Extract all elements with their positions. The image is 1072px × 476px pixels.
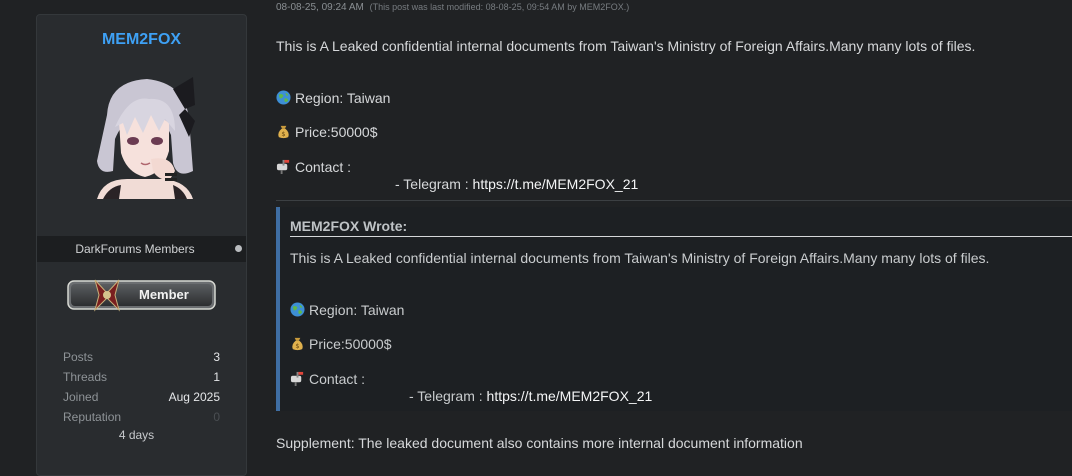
stat-threads: Threads 1 (63, 370, 220, 390)
quote-contact: Contact : (290, 371, 365, 387)
mailbox-icon (276, 159, 290, 174)
stat-value: 3 (213, 350, 220, 364)
money-bag-icon: $ (278, 125, 289, 138)
user-group: DarkForums Members (75, 242, 195, 256)
region-text: Region: Taiwan (295, 90, 391, 106)
post-supplement: Supplement: The leaked document also con… (276, 435, 803, 451)
mailbox-icon (290, 371, 304, 386)
post-region: Region: Taiwan (276, 90, 390, 106)
quote-header: MEM2FOX Wrote: (290, 218, 1072, 237)
post-price: $ Price:50000$ (276, 124, 378, 140)
user-stats: Posts 3 Threads 1 Joined Aug 2025 Reputa… (63, 350, 220, 430)
price-text: Price:50000$ (309, 336, 392, 352)
stat-key: Threads (63, 370, 108, 384)
contact-text: Contact : (295, 159, 352, 175)
money-bag-icon: $ (292, 337, 303, 350)
region-text: Region: Taiwan (309, 302, 405, 318)
stat-value: 0 (213, 410, 220, 424)
svg-text:$: $ (295, 342, 299, 350)
rank-badge: Member (67, 277, 217, 313)
stat-key: Posts (63, 350, 94, 364)
quote-telegram: - Telegram : https://t.me/MEM2FOX_21 (409, 388, 652, 404)
post-telegram: - Telegram : https://t.me/MEM2FOX_21 (395, 176, 638, 192)
quote-intro: This is A Leaked confidential internal d… (290, 250, 990, 266)
user-sub-stat: 4 days (118, 428, 155, 442)
username-link[interactable]: MEM2FOX (37, 31, 246, 49)
contact-text: Contact : (309, 371, 366, 387)
stat-key: Joined (63, 390, 99, 404)
stat-value: Aug 2025 (168, 390, 220, 404)
globe-icon (290, 302, 305, 317)
user-panel: MEM2FOX DarkForums Members Member Posts … (36, 14, 247, 476)
user-group-bar: DarkForums Members (37, 236, 246, 262)
stat-posts: Posts 3 (63, 350, 220, 370)
telegram-prefix: - Telegram : (409, 388, 487, 404)
online-status-dot (235, 245, 242, 252)
svg-text:$: $ (281, 130, 285, 138)
stat-value: 1 (213, 370, 220, 384)
globe-icon (276, 90, 291, 105)
post-intro: This is A Leaked confidential internal d… (276, 38, 976, 54)
post-date: 08-08-25, 09:24 AM (276, 2, 364, 13)
user-avatar[interactable] (89, 75, 199, 199)
stat-key: Reputation (63, 410, 122, 424)
post-divider (276, 200, 1072, 201)
price-text: Price:50000$ (295, 124, 378, 140)
quote-region: Region: Taiwan (290, 302, 404, 318)
post-meta: 08-08-25, 09:24 AM (This post was last m… (276, 2, 629, 13)
quote-price: $ Price:50000$ (290, 336, 392, 352)
quote-block: MEM2FOX Wrote: This is A Leaked confiden… (276, 207, 1072, 411)
stat-reputation: Reputation 0 (63, 410, 220, 430)
telegram-link[interactable]: https://t.me/MEM2FOX_21 (473, 176, 639, 192)
telegram-link[interactable]: https://t.me/MEM2FOX_21 (487, 388, 653, 404)
telegram-prefix: - Telegram : (395, 176, 473, 192)
post-contact: Contact : (276, 159, 351, 175)
rank-label: Member (139, 287, 189, 302)
stat-joined: Joined Aug 2025 (63, 390, 220, 410)
post-edit-note: (This post was last modified: 08-08-25, … (369, 2, 630, 12)
